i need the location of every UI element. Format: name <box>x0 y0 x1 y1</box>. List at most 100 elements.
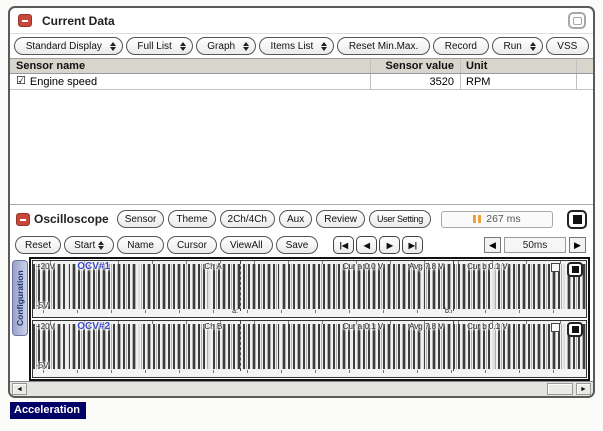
scrollbar-thumb[interactable] <box>547 383 573 395</box>
oscilloscope-toolbar: Reset Start Name Cursor ViewAll Save |◀ … <box>10 233 593 257</box>
cursor-a-line[interactable] <box>240 261 241 311</box>
step-forward-button[interactable]: ▶ <box>379 236 400 254</box>
table-gutter <box>577 74 593 89</box>
current-data-titlebar: Current Data <box>10 8 593 34</box>
review-button[interactable]: Review <box>316 210 365 228</box>
current-data-toolbar: Standard Display Full List Graph Items L… <box>10 34 593 58</box>
sensor-value-cell: 3520 <box>371 74 461 89</box>
table-row[interactable]: ☑ Engine speed 3520 RPM <box>10 74 593 90</box>
cursor-b-line[interactable] <box>453 321 454 371</box>
reset-button[interactable]: Reset <box>15 236 61 254</box>
timebase-control: ◀ 50ms ▶ <box>484 237 586 253</box>
time-display-value: 267 ms <box>486 213 520 225</box>
ch2-avg-value: Avg 7.8 V <box>409 322 444 331</box>
sensor-button[interactable]: Sensor <box>117 210 165 228</box>
ch2-name-label: Ch B <box>204 322 222 331</box>
updown-arrow-icon <box>243 42 249 51</box>
col-sensor-value: Sensor value <box>371 59 461 73</box>
collapse-panel-icon[interactable] <box>16 213 30 226</box>
ch2-tick-row <box>33 370 586 377</box>
ch1-name-label: Ch A <box>204 262 221 271</box>
current-data-title: Current Data <box>42 14 115 28</box>
ch2-visible-checkbox[interactable] <box>551 323 560 332</box>
scroll-right-button[interactable]: ► <box>576 383 591 395</box>
start-dropdown[interactable]: Start <box>64 236 114 254</box>
display-mode-dropdown[interactable]: Standard Display <box>14 37 123 55</box>
skip-last-button[interactable]: ▶| <box>402 236 423 254</box>
ch2-menu-button[interactable] <box>567 322 583 337</box>
ch1-vmax-label: +20V <box>36 262 55 271</box>
row-checkbox[interactable]: ☑ <box>16 76 26 87</box>
channel-count-button[interactable]: 2Ch/4Ch <box>220 210 275 228</box>
sensor-name-text: Engine speed <box>30 76 97 88</box>
ch2-vmax-label: +20V <box>36 322 55 331</box>
stop-square-button[interactable] <box>567 210 587 229</box>
cursor-b-line[interactable] <box>453 261 454 311</box>
ch1-cursor-a-value: Cur a 0.0 V <box>343 262 383 271</box>
save-button[interactable]: Save <box>276 236 319 254</box>
configuration-tab[interactable]: Configuration <box>12 260 28 336</box>
empty-table-area <box>10 90 593 204</box>
ch1-vmin-label: -5V <box>36 301 48 310</box>
vss-button[interactable]: VSS <box>546 37 589 55</box>
ch1-avg-value: Avg 7.8 V <box>409 262 444 271</box>
ch1-cursor-b-value: Cur b 0.1 V <box>467 262 507 271</box>
updown-arrow-icon <box>321 42 327 51</box>
restore-window-button[interactable] <box>568 12 586 29</box>
status-badge: Acceleration <box>10 402 86 419</box>
cursor-a-line[interactable] <box>240 321 241 371</box>
skip-first-button[interactable]: |◀ <box>333 236 354 254</box>
list-mode-dropdown[interactable]: Full List <box>126 37 193 55</box>
scope-channel-1: +20V OCV#1 Ch A Cur a 0.0 V Avg 7.8 V Cu… <box>32 260 587 318</box>
scope-area: Configuration +20V OCV#1 Ch A Cur a 0.0 … <box>10 257 593 381</box>
updown-arrow-icon <box>180 42 186 51</box>
cursor-button[interactable]: Cursor <box>167 236 217 254</box>
oscilloscope-title: Oscilloscope <box>34 212 109 226</box>
ch1-tick-row: a: b: <box>33 310 586 317</box>
name-button[interactable]: Name <box>117 236 164 254</box>
run-dropdown[interactable]: Run <box>492 37 543 55</box>
updown-arrow-icon <box>530 42 536 51</box>
sensor-unit-cell: RPM <box>461 74 577 89</box>
timebase-increase-button[interactable]: ▶ <box>569 237 586 253</box>
ch1-visible-checkbox[interactable] <box>551 263 560 272</box>
updown-arrow-icon <box>110 42 116 51</box>
cursor-b-label: b: <box>445 308 451 315</box>
cursor-a-label: a: <box>232 308 238 315</box>
sensor-table-header: Sensor name Sensor value Unit <box>10 58 593 74</box>
oscilloscope-panel: Oscilloscope Sensor Theme 2Ch/4Ch Aux Re… <box>10 204 593 396</box>
ch2-cursor-b-value: Cur b 0.1 V <box>467 322 507 331</box>
collapse-panel-icon[interactable] <box>18 14 32 27</box>
ch2-vmin-label: -5V <box>36 361 48 370</box>
col-unit: Unit <box>461 59 577 73</box>
playback-controls: |◀ ◀ ▶ ▶| <box>333 236 423 254</box>
col-sensor-name: Sensor name <box>10 59 371 73</box>
main-window: Current Data Standard Display Full List … <box>8 6 595 398</box>
sensor-table: Sensor name Sensor value Unit ☑ Engine s… <box>10 58 593 90</box>
oscilloscope-titlebar: Oscilloscope Sensor Theme 2Ch/4Ch Aux Re… <box>10 205 593 233</box>
scope-display: +20V OCV#1 Ch A Cur a 0.0 V Avg 7.8 V Cu… <box>29 257 590 381</box>
timebase-value: 50ms <box>504 237 566 253</box>
ch2-id-label: OCV#2 <box>77 321 110 332</box>
step-back-button[interactable]: ◀ <box>356 236 377 254</box>
scope-channel-2: +20V OCV#2 Ch B Cur a 0.1 V Avg 7.8 V Cu… <box>32 320 587 378</box>
reset-minmax-button[interactable]: Reset Min.Max. <box>337 37 430 55</box>
ch1-menu-button[interactable] <box>567 262 583 277</box>
timebase-decrease-button[interactable]: ◀ <box>484 237 501 253</box>
record-button[interactable]: Record <box>433 37 489 55</box>
updown-arrow-icon <box>98 241 104 250</box>
theme-button[interactable]: Theme <box>168 210 215 228</box>
items-list-dropdown[interactable]: Items List <box>259 37 334 55</box>
view-mode-dropdown[interactable]: Graph <box>196 37 256 55</box>
scroll-left-button[interactable]: ◄ <box>12 383 27 395</box>
viewall-button[interactable]: ViewAll <box>220 236 273 254</box>
timer-icon <box>473 215 481 223</box>
ch1-id-label: OCV#1 <box>77 261 110 272</box>
table-gutter <box>577 59 593 73</box>
user-setting-button[interactable]: User Setting <box>369 210 431 228</box>
ch2-cursor-a-value: Cur a 0.1 V <box>343 322 383 331</box>
horizontal-scrollbar[interactable]: ◄ ► <box>10 381 593 396</box>
aux-button[interactable]: Aux <box>279 210 312 228</box>
time-display: 267 ms <box>441 211 553 228</box>
sensor-name-cell: ☑ Engine speed <box>10 74 371 89</box>
